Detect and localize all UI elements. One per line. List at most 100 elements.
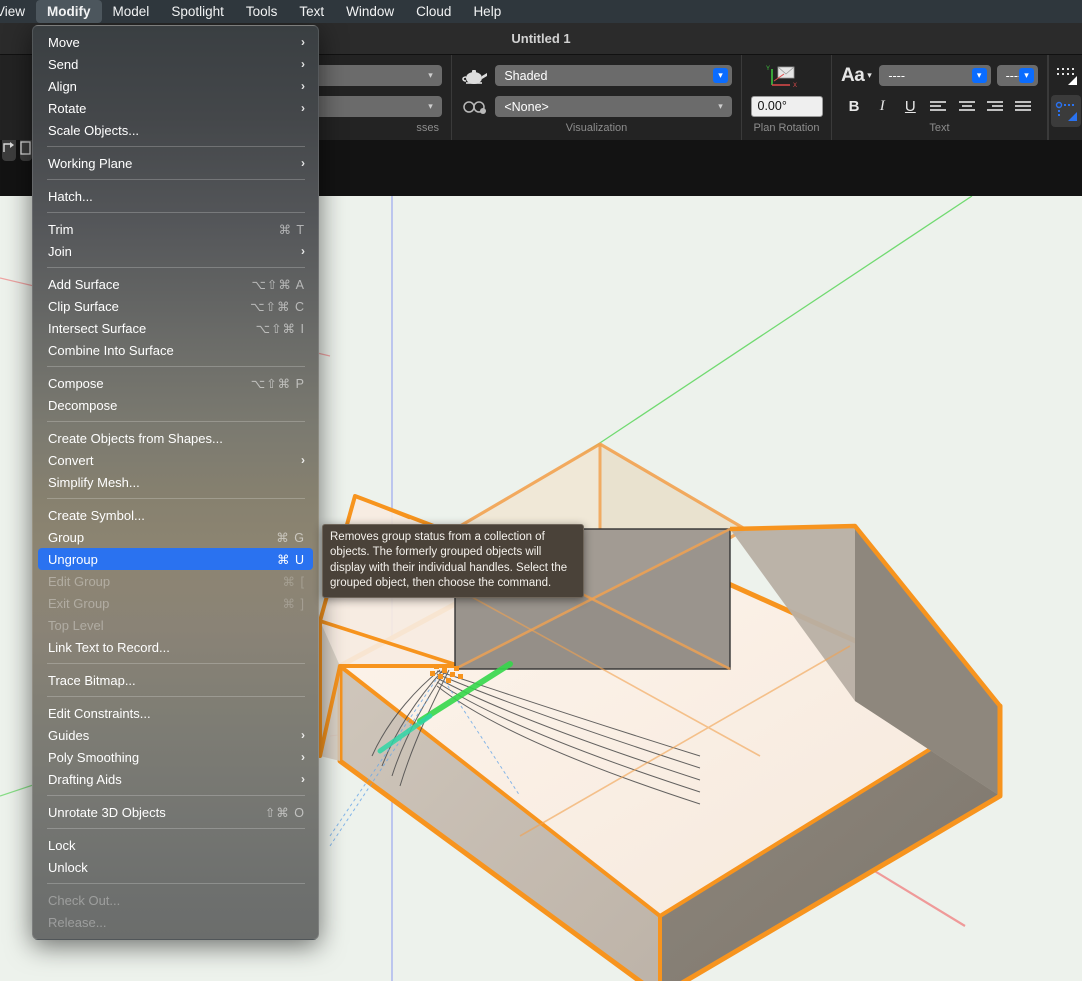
align-center-icon[interactable]	[954, 94, 980, 120]
menu-item-guides[interactable]: Guides›	[33, 724, 318, 746]
menu-item-simplify-mesh[interactable]: Simplify Mesh...	[33, 471, 318, 493]
toolbar-group-plan-rotation: Y X 0.00° Plan Rotation	[742, 55, 832, 140]
chevron-right-icon: ›	[301, 101, 305, 115]
chevron-down-icon: ▾	[423, 68, 438, 83]
menu-item-label: Check Out...	[48, 893, 305, 908]
align-right-icon[interactable]	[982, 94, 1008, 120]
underline-button[interactable]: U	[897, 94, 923, 120]
menu-separator	[47, 828, 305, 829]
snap-grid-icon[interactable]	[1051, 59, 1081, 91]
svg-text:Y: Y	[766, 66, 770, 72]
menu-item-unlock[interactable]: Unlock	[33, 856, 318, 878]
font-family-dropdown[interactable]: ---- ▾	[879, 65, 990, 86]
align-justify-icon[interactable]	[1010, 94, 1036, 120]
font-size-dropdown[interactable]: ---- ▾	[997, 65, 1038, 86]
menubar-item-text[interactable]: Text	[288, 0, 335, 23]
modify-menu[interactable]: Move›Send›Align›Rotate›Scale Objects...W…	[32, 25, 319, 940]
menu-item-group[interactable]: Group⌘ G	[33, 526, 318, 548]
menu-item-label: Poly Smoothing	[48, 750, 287, 765]
toolbar-group-snapping	[1048, 55, 1082, 140]
menu-item-join[interactable]: Join›	[33, 240, 318, 262]
menu-item-label: Edit Group	[48, 574, 269, 589]
menu-item-move[interactable]: Move›	[33, 31, 318, 53]
teapot-icon	[461, 64, 489, 88]
menu-item-compose[interactable]: Compose⌥⇧⌘ P	[33, 372, 318, 394]
menu-item-lock[interactable]: Lock	[33, 834, 318, 856]
toolbar-group-text: Aa ▾ ---- ▾ ---- ▾ B I U	[832, 55, 1048, 140]
ungroup-tooltip: Removes group status from a collection o…	[322, 524, 584, 598]
menu-item-create-objects-from-shapes[interactable]: Create Objects from Shapes...	[33, 427, 318, 449]
menubar-item-tools[interactable]: Tools	[235, 0, 289, 23]
menu-item-label: Align	[48, 79, 287, 94]
menu-item-ungroup[interactable]: Ungroup ⌘ U	[38, 548, 313, 570]
render-mode-value: Shaded	[504, 69, 547, 83]
menu-item-convert[interactable]: Convert›	[33, 449, 318, 471]
menu-item-clip-surface[interactable]: Clip Surface ⌥⇧⌘ C	[33, 295, 318, 317]
snap-object-icon[interactable]	[1051, 95, 1081, 127]
lighting-value: <None>	[504, 100, 548, 114]
menu-item-hatch[interactable]: Hatch...	[33, 185, 318, 207]
menu-item-align[interactable]: Align›	[33, 75, 318, 97]
toolbar-group-text-label: Text	[832, 122, 1047, 134]
menu-item-label: Release...	[48, 915, 305, 930]
menubar-item-view[interactable]: View	[0, 0, 36, 23]
menu-item-edit-constraints[interactable]: Edit Constraints...	[33, 702, 318, 724]
menu-item-check-out: Check Out...	[33, 889, 318, 911]
menu-bar: ViewModifyModelSpotlightToolsTextWindowC…	[0, 0, 1082, 23]
menu-item-link-text-to-record[interactable]: Link Text to Record...	[33, 636, 318, 658]
menubar-item-spotlight[interactable]: Spotlight	[160, 0, 235, 23]
menu-item-label: Trim	[48, 222, 265, 237]
plan-rotation-input[interactable]: 0.00°	[751, 96, 823, 117]
menu-item-shortcut: ⌘ U	[277, 552, 305, 567]
menu-item-label: Intersect Surface	[48, 321, 242, 336]
menu-item-shortcut: ⌥⇧⌘ C	[250, 299, 305, 314]
menu-item-rotate[interactable]: Rotate›	[33, 97, 318, 119]
menu-item-shortcut: ⌘ [	[283, 574, 305, 589]
render-mode-dropdown[interactable]: Shaded ▾	[495, 65, 732, 86]
menu-item-trace-bitmap[interactable]: Trace Bitmap...	[33, 669, 318, 691]
text-style-button[interactable]: Aa ▾	[841, 65, 871, 87]
menu-item-create-symbol[interactable]: Create Symbol...	[33, 504, 318, 526]
menu-item-label: Create Objects from Shapes...	[48, 431, 305, 446]
italic-button[interactable]: I	[869, 94, 895, 120]
menubar-item-cloud[interactable]: Cloud	[405, 0, 462, 23]
menu-item-label: Ungroup	[48, 552, 263, 567]
menu-item-unrotate-3d-objects[interactable]: Unrotate 3D Objects⇧⌘ O	[33, 801, 318, 823]
menubar-item-window[interactable]: Window	[335, 0, 405, 23]
menu-item-drafting-aids[interactable]: Drafting Aids›	[33, 768, 318, 790]
menu-item-scale-objects[interactable]: Scale Objects...	[33, 119, 318, 141]
menubar-item-modify[interactable]: Modify	[36, 0, 102, 23]
chevron-down-icon: ▾	[1019, 68, 1034, 83]
chevron-right-icon: ›	[301, 750, 305, 764]
menu-item-label: Clip Surface	[48, 299, 236, 314]
menu-item-label: Simplify Mesh...	[48, 475, 305, 490]
menu-item-trim[interactable]: Trim⌘ T	[33, 218, 318, 240]
menu-separator	[47, 696, 305, 697]
menu-item-label: Unrotate 3D Objects	[48, 805, 251, 820]
chevron-down-icon: ▾	[713, 99, 728, 114]
menu-item-combine-into-surface[interactable]: Combine Into Surface	[33, 339, 318, 361]
chevron-down-icon: ▾	[867, 70, 871, 81]
font-family-value: ----	[888, 69, 905, 83]
lighting-dropdown[interactable]: <None> ▾	[495, 96, 732, 117]
menu-separator	[47, 212, 305, 213]
menu-item-intersect-surface[interactable]: Intersect Surface⌥⇧⌘ I	[33, 317, 318, 339]
toolbar-group-visualization: Shaded ▾ <None> ▾ Visual	[452, 55, 742, 140]
chevron-right-icon: ›	[301, 35, 305, 49]
menubar-item-model[interactable]: Model	[102, 0, 161, 23]
toolbar-group-visualization-label: Visualization	[452, 122, 741, 134]
menu-item-label: Drafting Aids	[48, 772, 287, 787]
axis-xy-icon: Y X	[756, 62, 818, 90]
menu-item-label: Combine Into Surface	[48, 343, 305, 358]
svg-text:X: X	[793, 83, 797, 89]
menu-item-label: Compose	[48, 376, 237, 391]
bold-button[interactable]: B	[841, 94, 867, 120]
align-left-icon[interactable]	[925, 94, 951, 120]
menu-item-working-plane[interactable]: Working Plane›	[33, 152, 318, 174]
menu-item-send[interactable]: Send›	[33, 53, 318, 75]
menu-item-poly-smoothing[interactable]: Poly Smoothing ›	[33, 746, 318, 768]
menu-item-decompose[interactable]: Decompose	[33, 394, 318, 416]
menubar-item-help[interactable]: Help	[462, 0, 512, 23]
menu-item-label: Lock	[48, 838, 305, 853]
menu-item-add-surface[interactable]: Add Surface⌥⇧⌘ A	[33, 273, 318, 295]
